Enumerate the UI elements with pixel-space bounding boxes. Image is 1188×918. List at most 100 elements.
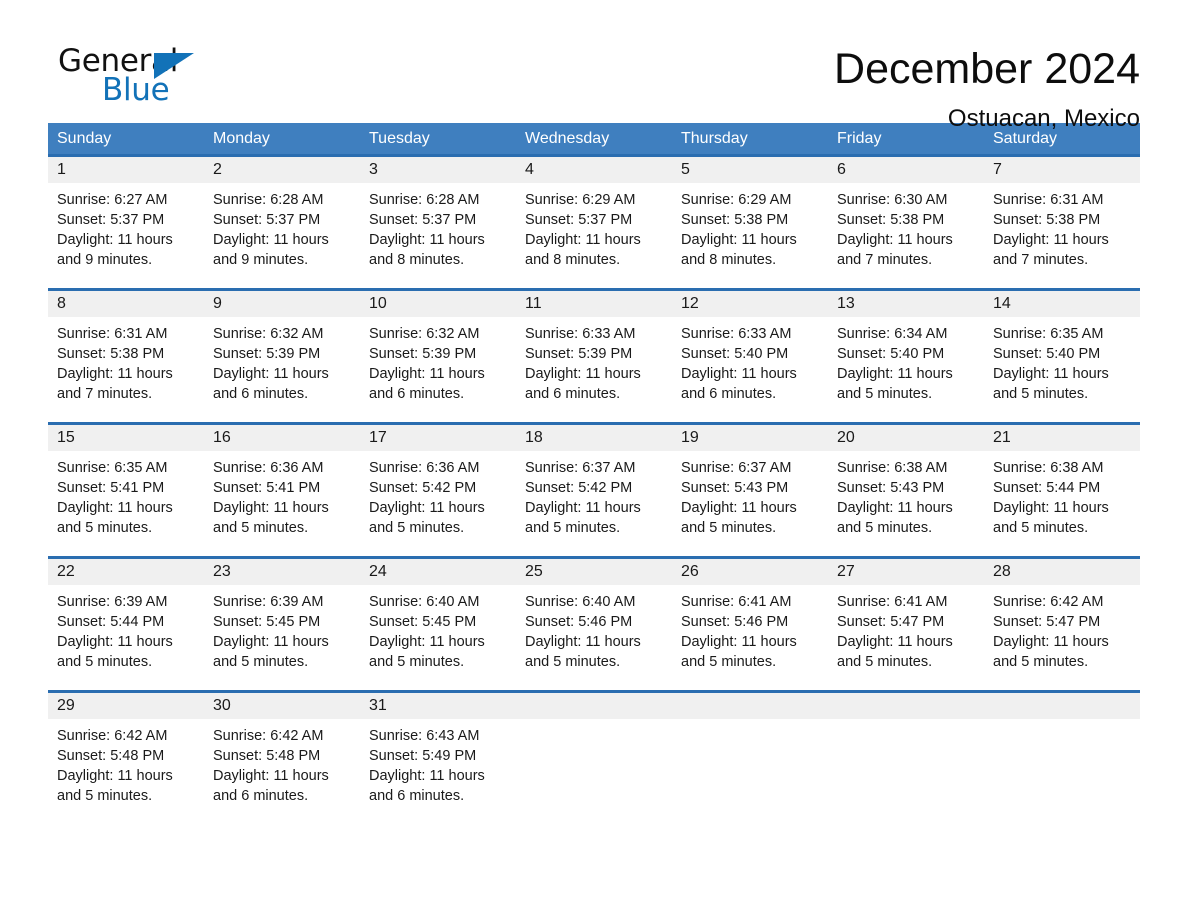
sunrise-text: Sunrise: 6:29 AM xyxy=(525,192,636,208)
calendar-day-cell[interactable]: 19 Sunrise: 6:37 AM Sunset: 5:43 PM Dayligh… xyxy=(672,425,828,556)
day-number-band: 10 xyxy=(360,291,516,317)
day-details: Sunrise: 6:38 AM Sunset: 5:44 PM Daylight:… xyxy=(984,451,1140,538)
day-number: 20 xyxy=(837,429,855,446)
sunset-text: Sunset: 5:41 PM xyxy=(57,480,165,496)
day-number-band: 11 xyxy=(516,291,672,317)
day-details: Sunrise: 6:35 AM Sunset: 5:41 PM Daylight:… xyxy=(48,451,204,538)
sunrise-text: Sunrise: 6:42 AM xyxy=(993,594,1104,610)
daylight-text: Daylight: 11 hours and 5 minutes. xyxy=(837,500,953,536)
day-number-band: 14 xyxy=(984,291,1140,317)
sunrise-text: Sunrise: 6:40 AM xyxy=(369,594,480,610)
day-details: Sunrise: 6:37 AM Sunset: 5:43 PM Daylight:… xyxy=(672,451,828,538)
day-details: Sunrise: 6:31 AM Sunset: 5:38 PM Daylight:… xyxy=(984,183,1140,270)
calendar-day-cell-empty xyxy=(828,693,984,820)
daylight-text: Daylight: 11 hours and 5 minutes. xyxy=(525,634,641,670)
daylight-text: Daylight: 11 hours and 5 minutes. xyxy=(993,366,1109,402)
day-details: Sunrise: 6:28 AM Sunset: 5:37 PM Daylight:… xyxy=(360,183,516,270)
day-number-band: 23 xyxy=(204,559,360,585)
day-number-band: 28 xyxy=(984,559,1140,585)
calendar-day-cell[interactable]: 3 Sunrise: 6:28 AM Sunset: 5:37 PM Daylight… xyxy=(360,157,516,288)
calendar-day-cell[interactable]: 6 Sunrise: 6:30 AM Sunset: 5:38 PM Daylight… xyxy=(828,157,984,288)
calendar-day-cell[interactable]: 31 Sunrise: 6:43 AM Sunset: 5:49 PM Dayligh… xyxy=(360,693,516,820)
sunrise-text: Sunrise: 6:41 AM xyxy=(681,594,792,610)
sunrise-text: Sunrise: 6:33 AM xyxy=(681,326,792,342)
day-number-band: 13 xyxy=(828,291,984,317)
calendar-day-cell[interactable]: 28 Sunrise: 6:42 AM Sunset: 5:47 PM Dayligh… xyxy=(984,559,1140,690)
calendar-day-cell[interactable]: 17 Sunrise: 6:36 AM Sunset: 5:42 PM Dayligh… xyxy=(360,425,516,556)
sunset-text: Sunset: 5:44 PM xyxy=(57,614,165,630)
calendar-day-cell[interactable]: 29 Sunrise: 6:42 AM Sunset: 5:48 PM Dayligh… xyxy=(48,693,204,820)
calendar-day-cell[interactable]: 7 Sunrise: 6:31 AM Sunset: 5:38 PM Daylight… xyxy=(984,157,1140,288)
day-number-band: 18 xyxy=(516,425,672,451)
day-number-band: 20 xyxy=(828,425,984,451)
day-number-band: 12 xyxy=(672,291,828,317)
calendar-day-cell[interactable]: 26 Sunrise: 6:41 AM Sunset: 5:46 PM Dayligh… xyxy=(672,559,828,690)
calendar-day-cell[interactable]: 30 Sunrise: 6:42 AM Sunset: 5:48 PM Dayligh… xyxy=(204,693,360,820)
sunrise-text: Sunrise: 6:42 AM xyxy=(57,728,168,744)
calendar-day-cell[interactable]: 2 Sunrise: 6:28 AM Sunset: 5:37 PM Daylight… xyxy=(204,157,360,288)
sunset-text: Sunset: 5:42 PM xyxy=(525,480,633,496)
day-number-band: 2 xyxy=(204,157,360,183)
calendar-day-cell[interactable]: 12 Sunrise: 6:33 AM Sunset: 5:40 PM Dayligh… xyxy=(672,291,828,422)
daylight-text: Daylight: 11 hours and 5 minutes. xyxy=(681,634,797,670)
day-number: 18 xyxy=(525,429,543,446)
sunset-text: Sunset: 5:48 PM xyxy=(213,748,321,764)
day-number-band: 1 xyxy=(48,157,204,183)
daylight-text: Daylight: 11 hours and 5 minutes. xyxy=(213,634,329,670)
sunrise-text: Sunrise: 6:39 AM xyxy=(213,594,324,610)
calendar-day-cell[interactable]: 24 Sunrise: 6:40 AM Sunset: 5:45 PM Dayligh… xyxy=(360,559,516,690)
calendar-day-cell[interactable]: 9 Sunrise: 6:32 AM Sunset: 5:39 PM Daylight… xyxy=(204,291,360,422)
calendar-day-cell[interactable]: 21 Sunrise: 6:38 AM Sunset: 5:44 PM Dayligh… xyxy=(984,425,1140,556)
calendar-day-cell[interactable]: 18 Sunrise: 6:37 AM Sunset: 5:42 PM Dayligh… xyxy=(516,425,672,556)
day-number: 12 xyxy=(681,295,699,312)
day-number-band xyxy=(516,693,672,719)
daylight-text: Daylight: 11 hours and 5 minutes. xyxy=(681,500,797,536)
day-number-band xyxy=(984,693,1140,719)
calendar-day-cell[interactable]: 10 Sunrise: 6:32 AM Sunset: 5:39 PM Dayligh… xyxy=(360,291,516,422)
calendar-day-cell[interactable]: 16 Sunrise: 6:36 AM Sunset: 5:41 PM Dayligh… xyxy=(204,425,360,556)
calendar-day-cell[interactable]: 15 Sunrise: 6:35 AM Sunset: 5:41 PM Dayligh… xyxy=(48,425,204,556)
sunrise-text: Sunrise: 6:29 AM xyxy=(681,192,792,208)
calendar-day-cell[interactable]: 22 Sunrise: 6:39 AM Sunset: 5:44 PM Dayligh… xyxy=(48,559,204,690)
sunset-text: Sunset: 5:39 PM xyxy=(213,346,321,362)
day-details: Sunrise: 6:40 AM Sunset: 5:45 PM Daylight:… xyxy=(360,585,516,672)
day-number: 29 xyxy=(57,697,75,714)
calendar-day-cell[interactable]: 4 Sunrise: 6:29 AM Sunset: 5:37 PM Daylight… xyxy=(516,157,672,288)
day-details: Sunrise: 6:39 AM Sunset: 5:44 PM Daylight:… xyxy=(48,585,204,672)
sunrise-text: Sunrise: 6:30 AM xyxy=(837,192,948,208)
calendar-day-cell[interactable]: 27 Sunrise: 6:41 AM Sunset: 5:47 PM Dayligh… xyxy=(828,559,984,690)
calendar-day-cell[interactable]: 5 Sunrise: 6:29 AM Sunset: 5:38 PM Daylight… xyxy=(672,157,828,288)
calendar-day-cell[interactable]: 25 Sunrise: 6:40 AM Sunset: 5:46 PM Dayligh… xyxy=(516,559,672,690)
calendar-day-cell[interactable]: 13 Sunrise: 6:34 AM Sunset: 5:40 PM Dayligh… xyxy=(828,291,984,422)
daylight-text: Daylight: 11 hours and 8 minutes. xyxy=(525,232,641,268)
sunset-text: Sunset: 5:43 PM xyxy=(837,480,945,496)
generalblue-logo[interactable]: General Blue xyxy=(58,44,208,108)
daylight-text: Daylight: 11 hours and 5 minutes. xyxy=(57,634,173,670)
sunset-text: Sunset: 5:45 PM xyxy=(369,614,477,630)
day-number-band: 7 xyxy=(984,157,1140,183)
calendar-day-cell[interactable]: 20 Sunrise: 6:38 AM Sunset: 5:43 PM Dayligh… xyxy=(828,425,984,556)
day-details: Sunrise: 6:40 AM Sunset: 5:46 PM Daylight:… xyxy=(516,585,672,672)
day-number-band: 4 xyxy=(516,157,672,183)
day-number: 21 xyxy=(993,429,1011,446)
daylight-text: Daylight: 11 hours and 5 minutes. xyxy=(993,634,1109,670)
day-details: Sunrise: 6:29 AM Sunset: 5:37 PM Daylight:… xyxy=(516,183,672,270)
daylight-text: Daylight: 11 hours and 5 minutes. xyxy=(525,500,641,536)
calendar-day-cell[interactable]: 11 Sunrise: 6:33 AM Sunset: 5:39 PM Dayligh… xyxy=(516,291,672,422)
sunrise-text: Sunrise: 6:27 AM xyxy=(57,192,168,208)
calendar-day-cell[interactable]: 1 Sunrise: 6:27 AM Sunset: 5:37 PM Daylight… xyxy=(48,157,204,288)
sunset-text: Sunset: 5:49 PM xyxy=(369,748,477,764)
weekday-header-row: Sunday Monday Tuesday Wednesday Thursday… xyxy=(48,123,1140,154)
day-details: Sunrise: 6:42 AM Sunset: 5:47 PM Daylight:… xyxy=(984,585,1140,672)
calendar-day-cell[interactable]: 14 Sunrise: 6:35 AM Sunset: 5:40 PM Dayligh… xyxy=(984,291,1140,422)
calendar-day-cell[interactable]: 8 Sunrise: 6:31 AM Sunset: 5:38 PM Daylight… xyxy=(48,291,204,422)
sunset-text: Sunset: 5:38 PM xyxy=(57,346,165,362)
day-number: 2 xyxy=(213,161,222,178)
weekday-header-sunday: Sunday xyxy=(57,130,112,147)
day-number: 30 xyxy=(213,697,231,714)
day-details: Sunrise: 6:39 AM Sunset: 5:45 PM Daylight:… xyxy=(204,585,360,672)
sunset-text: Sunset: 5:43 PM xyxy=(681,480,789,496)
daylight-text: Daylight: 11 hours and 6 minutes. xyxy=(681,366,797,402)
day-number: 22 xyxy=(57,563,75,580)
calendar-day-cell[interactable]: 23 Sunrise: 6:39 AM Sunset: 5:45 PM Dayligh… xyxy=(204,559,360,690)
